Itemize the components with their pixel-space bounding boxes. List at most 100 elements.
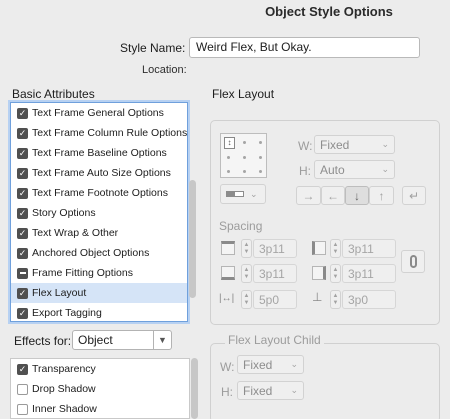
chevron-down-icon: ⌄ xyxy=(290,359,298,369)
spacing-top-stepper[interactable]: ▲ ▼ xyxy=(241,239,252,258)
spacing-right-icon xyxy=(312,266,326,280)
spacing-right-field[interactable]: 3p11 xyxy=(342,264,396,283)
alignment-grid[interactable]: ↕ xyxy=(220,133,267,178)
child-width-label: W: xyxy=(220,360,235,374)
effect-checkbox[interactable] xyxy=(17,383,28,395)
flex-width-value: Fixed xyxy=(320,137,350,152)
attribute-label: Text Frame Footnote Options xyxy=(32,187,168,199)
effects-list[interactable]: ✓ Transparency Drop Shadow Inner Shadow xyxy=(10,358,190,419)
attribute-item[interactable]: ✓ Export Tagging xyxy=(11,303,187,321)
spacing-left-icon xyxy=(312,241,326,255)
spacing-bottom-icon xyxy=(221,266,235,280)
vertical-gap-field[interactable]: 3p0 xyxy=(342,290,396,309)
vertical-gap-icon: ⊥ xyxy=(312,290,323,304)
attribute-item[interactable]: ✓ Text Frame Auto Size Options xyxy=(11,163,187,183)
basic-attributes-title: Basic Attributes xyxy=(12,87,95,101)
attribute-item[interactable]: ✓ Text Frame Column Rule Options xyxy=(11,123,187,143)
effect-checkbox[interactable] xyxy=(17,403,28,415)
flex-height-select[interactable]: Auto ⌄ xyxy=(314,160,395,179)
flex-layout-title: Flex Layout xyxy=(212,87,275,101)
child-width-value: Fixed xyxy=(243,357,273,372)
attribute-label: Text Wrap & Other xyxy=(32,227,119,239)
attribute-checkbox[interactable]: ✓ xyxy=(17,207,28,219)
attribute-label: Text Frame General Options xyxy=(32,107,164,119)
attribute-item[interactable]: Frame Fitting Options xyxy=(11,263,187,283)
basic-attributes-list[interactable]: ✓ Text Frame General Options ✓ Text Frame C… xyxy=(10,102,188,322)
child-width-select[interactable]: Fixed ⌄ xyxy=(237,355,304,374)
effect-checkbox[interactable]: ✓ xyxy=(17,363,28,375)
wrap-button[interactable]: ↵ xyxy=(402,186,426,205)
arrow-down-icon: ↓ xyxy=(354,188,360,203)
attribute-checkbox[interactable]: ✓ xyxy=(17,127,28,139)
attribute-checkbox[interactable]: ✓ xyxy=(17,287,28,299)
horizontal-gap-stepper[interactable]: ▲ ▼ xyxy=(241,290,252,309)
attribute-item[interactable]: ✓ Text Frame General Options xyxy=(11,103,187,123)
effect-item[interactable]: Inner Shadow xyxy=(11,399,189,418)
attribute-label: Export Tagging xyxy=(32,307,102,319)
child-height-select[interactable]: Fixed ⌄ xyxy=(237,381,304,400)
effects-for-select[interactable]: Object ▼ xyxy=(72,330,172,350)
attribute-checkbox[interactable]: ✓ xyxy=(17,247,28,259)
attribute-item[interactable]: ✓ Flex Layout xyxy=(11,283,187,303)
vertical-gap-stepper[interactable]: ▲ ▼ xyxy=(330,290,341,309)
attribute-item[interactable]: ✓ Text Frame Baseline Options xyxy=(11,143,187,163)
flex-width-select[interactable]: Fixed ⌄ xyxy=(314,135,395,154)
attribute-label: Flex Layout xyxy=(32,287,87,299)
attribute-checkbox[interactable]: ✓ xyxy=(17,107,28,119)
child-height-value: Fixed xyxy=(243,383,273,398)
attribute-checkbox[interactable] xyxy=(17,267,28,279)
spacing-top-icon xyxy=(221,241,235,255)
justify-icon xyxy=(226,191,244,197)
direction-down-button[interactable]: ↓ xyxy=(345,186,369,205)
spacing-title: Spacing xyxy=(219,219,263,233)
attribute-item[interactable]: ✓ Text Wrap & Other xyxy=(11,223,187,243)
effect-item[interactable]: Drop Shadow xyxy=(11,379,189,399)
arrow-up-icon: ↑ xyxy=(378,188,385,203)
attribute-checkbox[interactable]: ✓ xyxy=(17,167,28,179)
attribute-checkbox[interactable]: ✓ xyxy=(17,307,28,319)
attribute-label: Frame Fitting Options xyxy=(32,267,133,279)
child-height-label: H: xyxy=(221,385,233,399)
attribute-item[interactable]: ✓ Anchored Object Options xyxy=(11,243,187,263)
direction-right-button[interactable]: → xyxy=(296,186,321,205)
style-name-label: Style Name: xyxy=(120,41,186,55)
horizontal-gap-field[interactable]: 5p0 xyxy=(253,290,297,309)
spacing-left-stepper[interactable]: ▲ ▼ xyxy=(330,239,341,258)
effects-scrollbar[interactable] xyxy=(191,358,198,419)
spacing-left-field[interactable]: 3p11 xyxy=(342,239,396,258)
link-spacing-button[interactable] xyxy=(401,250,425,273)
effect-label: Transparency xyxy=(32,363,96,375)
spacing-bottom-field[interactable]: 3p11 xyxy=(253,264,297,283)
chevron-down-icon: ⌄ xyxy=(250,188,258,199)
dialog-title: Object Style Options xyxy=(265,4,393,19)
attribute-checkbox[interactable]: ✓ xyxy=(17,227,28,239)
effects-for-label: Effects for: xyxy=(14,334,72,348)
attribute-label: Anchored Object Options xyxy=(32,247,150,259)
flex-height-value: Auto xyxy=(320,162,345,177)
flex-height-label: H: xyxy=(299,164,311,178)
effect-label: Drop Shadow xyxy=(32,383,96,395)
arrow-left-icon: ← xyxy=(327,188,339,203)
location-label: Location: xyxy=(142,64,187,76)
justify-select[interactable]: ⌄ xyxy=(220,184,266,204)
direction-left-button[interactable]: ← xyxy=(321,186,345,205)
attribute-checkbox[interactable]: ✓ xyxy=(17,147,28,159)
attribute-label: Text Frame Baseline Options xyxy=(32,147,167,159)
attributes-scrollbar[interactable] xyxy=(189,180,196,298)
flex-layout-child-title: Flex Layout Child xyxy=(225,333,324,347)
spacing-right-stepper[interactable]: ▲ ▼ xyxy=(330,264,341,283)
direction-up-button[interactable]: ↑ xyxy=(369,186,394,205)
attribute-item[interactable]: ✓ Story Options xyxy=(11,203,187,223)
horizontal-gap-icon: |↔| xyxy=(219,293,235,304)
chevron-down-icon: ⌄ xyxy=(290,385,298,395)
chevron-down-icon: ▼ xyxy=(153,331,171,349)
effect-item[interactable]: ✓ Transparency xyxy=(11,359,189,379)
spacing-bottom-stepper[interactable]: ▲ ▼ xyxy=(241,264,252,283)
effect-label: Inner Shadow xyxy=(32,403,97,415)
effects-for-value: Object xyxy=(78,333,113,347)
attribute-item[interactable]: ✓ Text Frame Footnote Options xyxy=(11,183,187,203)
spacing-top-field[interactable]: 3p11 xyxy=(253,239,297,258)
attribute-label: Text Frame Auto Size Options xyxy=(32,167,171,179)
attribute-checkbox[interactable]: ✓ xyxy=(17,187,28,199)
style-name-input[interactable]: Weird Flex, But Okay. xyxy=(189,37,420,58)
